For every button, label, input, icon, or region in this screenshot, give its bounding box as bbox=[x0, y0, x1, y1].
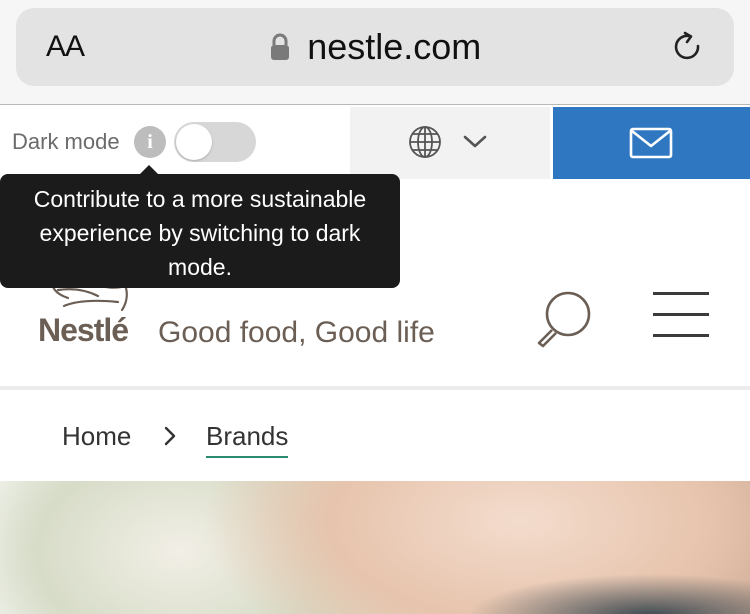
breadcrumb-brands[interactable]: Brands bbox=[206, 421, 289, 458]
menu-line bbox=[653, 334, 709, 337]
browser-toolbar: AA nestle.com bbox=[0, 0, 750, 104]
tagline: Good food, Good life bbox=[158, 316, 435, 349]
menu-icon[interactable] bbox=[653, 292, 709, 338]
menu-line bbox=[653, 313, 709, 316]
reload-icon[interactable] bbox=[670, 30, 706, 66]
breadcrumb-home[interactable]: Home bbox=[62, 421, 131, 452]
mail-icon bbox=[629, 127, 673, 159]
header-divider bbox=[0, 386, 750, 390]
brand-logo-text[interactable]: Nestlé bbox=[38, 312, 129, 349]
dark-mode-toggle[interactable] bbox=[174, 122, 256, 162]
tooltip-text: Contribute to a more sustainable experie… bbox=[33, 186, 367, 280]
address-bar[interactable]: AA nestle.com bbox=[16, 8, 734, 86]
hero-image bbox=[0, 481, 750, 614]
search-icon[interactable] bbox=[534, 290, 596, 348]
contact-button[interactable] bbox=[553, 107, 750, 179]
url-text[interactable]: nestle.com bbox=[307, 26, 481, 67]
globe-icon bbox=[409, 126, 441, 158]
dark-mode-label: Dark mode bbox=[12, 129, 120, 154]
chevron-down-icon bbox=[463, 135, 487, 148]
toggle-knob bbox=[176, 124, 212, 160]
url-display: nestle.com bbox=[16, 26, 734, 68]
language-selector-button[interactable] bbox=[350, 107, 550, 179]
chevron-right-icon bbox=[164, 426, 176, 446]
dark-mode-tooltip: Contribute to a more sustainable experie… bbox=[0, 174, 400, 288]
menu-line bbox=[653, 292, 709, 295]
lock-icon bbox=[270, 33, 289, 60]
info-icon[interactable]: i bbox=[134, 126, 166, 158]
